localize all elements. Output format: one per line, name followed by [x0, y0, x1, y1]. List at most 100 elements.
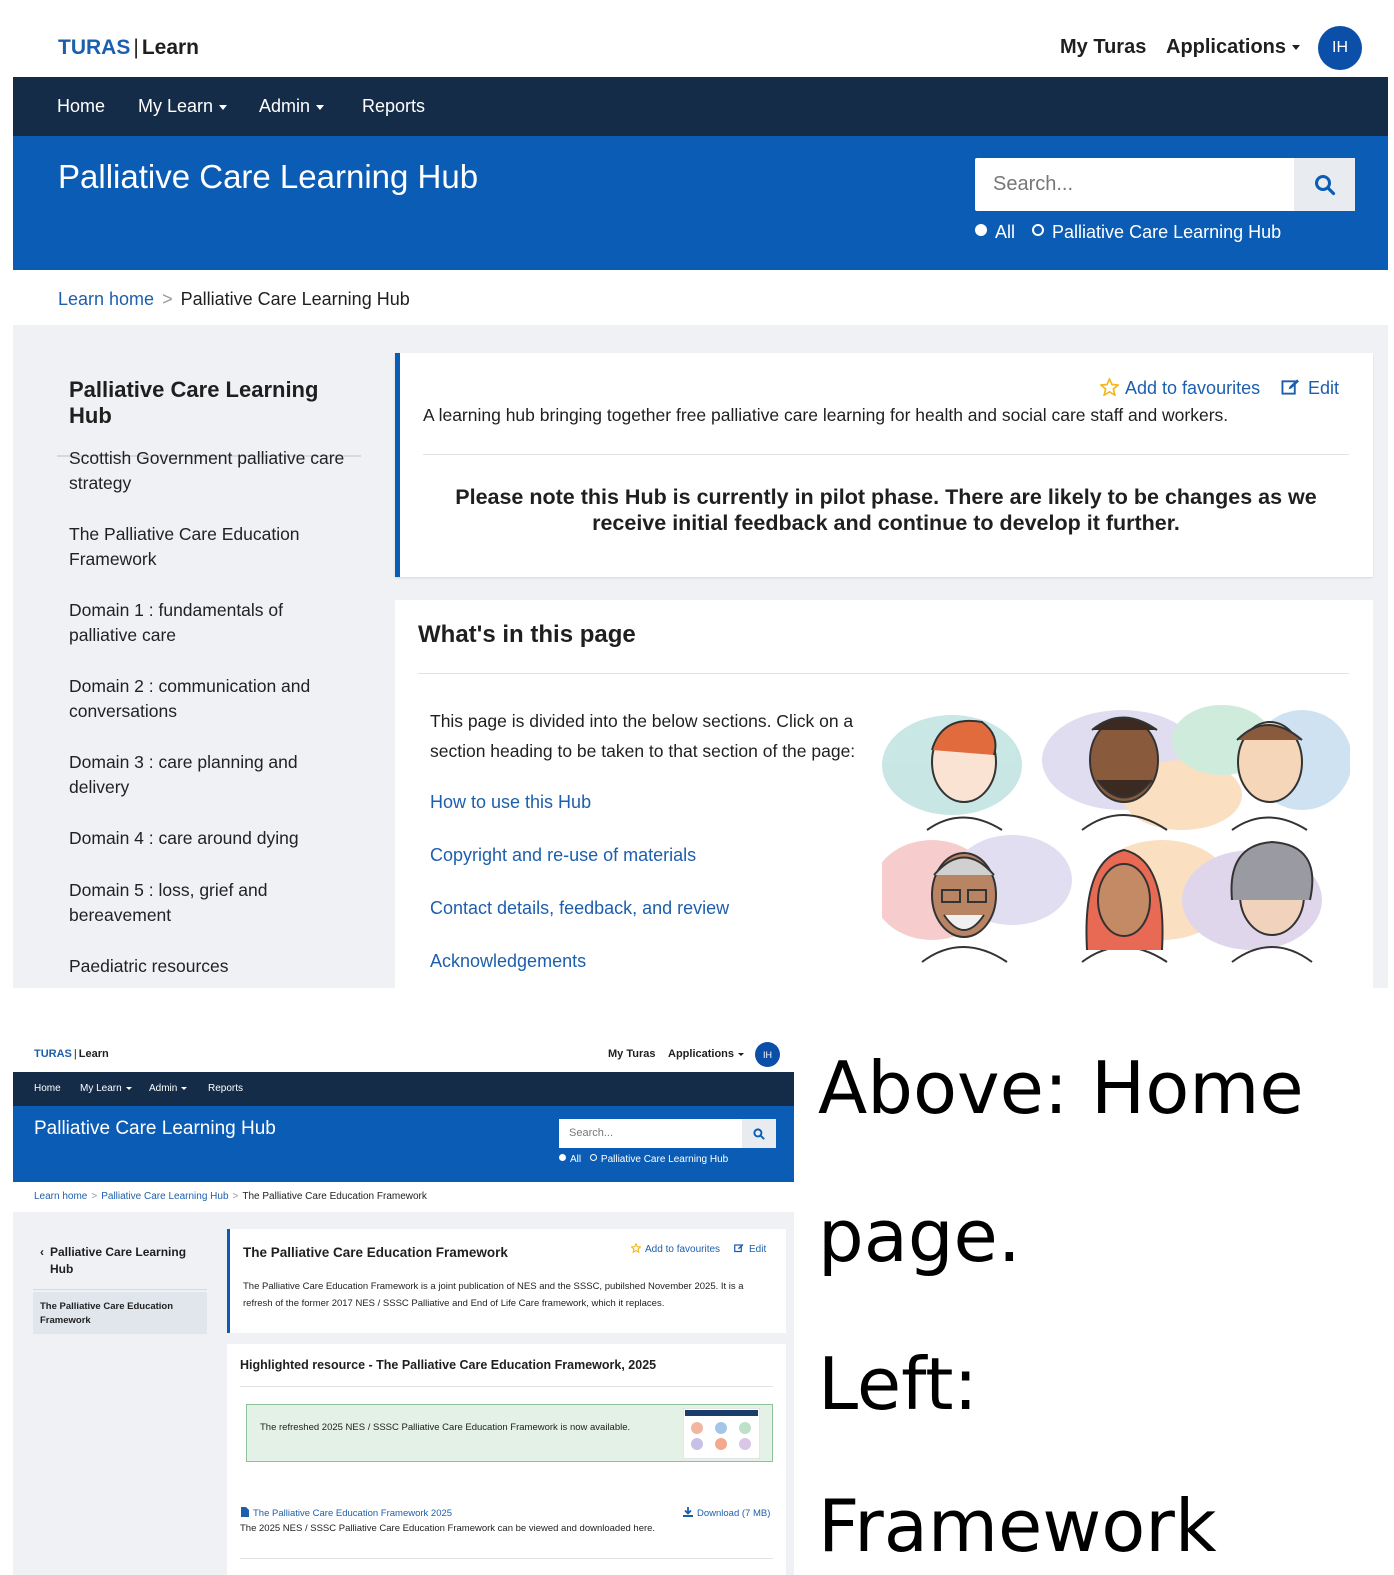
caption-line-3: Left:	[818, 1342, 978, 1426]
nav-home[interactable]: Home	[34, 1083, 61, 1094]
sidebar-item-framework[interactable]: The Palliative Care Education Framework	[33, 1292, 207, 1334]
add-to-favourites-label: Add to favourites	[645, 1244, 721, 1255]
radio-all-label: All	[570, 1154, 582, 1165]
logo-turas-text: TURAS	[34, 1048, 72, 1060]
user-avatar[interactable]: IH	[1318, 26, 1362, 70]
applications-label: Applications	[1166, 36, 1287, 58]
sidebar-back-link[interactable]: ‹ Palliative Care Learning Hub	[40, 1244, 200, 1278]
hub-title: Palliative Care Learning Hub	[58, 158, 479, 195]
radio-all[interactable]: All	[975, 222, 1015, 242]
download-label: Download (7 MB)	[697, 1508, 771, 1519]
star-icon	[630, 1242, 642, 1254]
sidebar-item-domain-5[interactable]: Domain 5 : loss, grief and bereavement	[69, 878, 289, 928]
my-turas-link[interactable]: My Turas	[608, 1048, 655, 1060]
chevron-left-icon: ‹	[40, 1245, 44, 1259]
framework-title: The Palliative Care Education Framework	[243, 1245, 508, 1260]
sidebar-item-domain-2[interactable]: Domain 2 : communication and conversatio…	[69, 674, 329, 724]
caption-line-4: Framework	[818, 1484, 1217, 1568]
sidebar-item-label: The Palliative Care Education Framework	[40, 1301, 174, 1326]
sidebar-item-framework[interactable]: The Palliative Care Education Framework	[69, 522, 359, 572]
brand-bar: TURAS | Learn My Turas Applications IH	[0, 0, 1394, 77]
search-input[interactable]: Search...	[569, 1127, 613, 1139]
download-link[interactable]: Download (7 MB)	[683, 1507, 770, 1519]
logo-turas-text: TURAS	[58, 36, 131, 59]
my-turas-link[interactable]: My Turas	[1060, 36, 1146, 59]
logo-learn-text: Learn	[78, 1048, 109, 1060]
nav-reports[interactable]: Reports	[362, 96, 425, 117]
add-to-favourites-label: Add to favourites	[1125, 378, 1261, 398]
radio-unselected-icon	[1032, 224, 1045, 236]
nav-my-learn[interactable]: My Learn	[138, 96, 228, 117]
breadcrumb-learn-home[interactable]: Learn home	[58, 289, 154, 309]
breadcrumb: Learn home > Palliative Care Learning Hub >…	[34, 1191, 427, 1202]
main-nav: Home My Learn Admin Reports	[13, 1072, 794, 1106]
framework-resource-label: The Palliative Care Education Framework …	[253, 1508, 453, 1519]
pilot-phase-note: Please note this Hub is currently in pil…	[455, 485, 1317, 535]
caret-down-icon	[738, 1052, 745, 1056]
breadcrumb-learn-home[interactable]: Learn home	[34, 1191, 87, 1202]
sidebar-back-label: Palliative Care Learning Hub	[50, 1245, 187, 1276]
nav-my-learn[interactable]: My Learn	[80, 1083, 132, 1094]
availability-alert-text: The refreshed 2025 NES / SSSC Palliative…	[260, 1422, 631, 1433]
search-box[interactable]: Search...	[975, 158, 1355, 211]
nav-admin-label: Admin	[259, 96, 311, 116]
divider	[240, 1386, 773, 1387]
add-to-favourites-link[interactable]: Add to favourites	[1098, 376, 1261, 399]
search-box[interactable]: Search...	[559, 1119, 776, 1148]
sidebar-item-domain-3[interactable]: Domain 3 : care planning and delivery	[69, 750, 319, 800]
nav-admin[interactable]: Admin	[149, 1083, 188, 1094]
nav-admin[interactable]: Admin	[259, 96, 325, 117]
applications-menu[interactable]: Applications	[1166, 36, 1301, 59]
radio-selected-icon	[559, 1154, 566, 1161]
divider	[33, 1289, 207, 1290]
hub-hero: Palliative Care Learning Hub Search... A…	[13, 1106, 794, 1182]
sidebar-item-paediatric[interactable]: Paediatric resources	[69, 954, 359, 979]
radio-hub[interactable]: Palliative Care Learning Hub	[589, 1154, 729, 1165]
hub-hero: Palliative Care Learning Hub Search... A…	[13, 136, 1388, 270]
framework-description: The Palliative Care Education Framework …	[243, 1281, 744, 1309]
nav-reports[interactable]: Reports	[208, 1083, 243, 1094]
search-button[interactable]	[1294, 158, 1355, 211]
page-contents-title: What's in this page	[418, 621, 636, 648]
edit-icon	[1281, 379, 1300, 395]
radio-all[interactable]: All	[559, 1154, 581, 1165]
search-icon	[753, 1127, 765, 1140]
download-icon	[683, 1507, 693, 1517]
search-input[interactable]: Search...	[993, 173, 1073, 196]
framework-resource-description: The 2025 NES / SSSC Palliative Care Educ…	[240, 1523, 656, 1534]
link-how-to-use[interactable]: How to use this Hub	[430, 792, 591, 813]
search-button[interactable]	[742, 1119, 776, 1148]
link-contact-details[interactable]: Contact details, feedback, and review	[430, 898, 729, 919]
link-copyright[interactable]: Copyright and re-use of materials	[430, 845, 696, 866]
caption-line-1: Above: Home	[818, 1046, 1304, 1130]
people-illustration	[882, 705, 1350, 963]
sidebar-title: Palliative Care Learning Hub	[57, 377, 361, 457]
breadcrumb: Learn home > Palliative Care Learning Hub	[58, 289, 410, 309]
sidebar-item-domain-4[interactable]: Domain 4 : care around dying	[69, 826, 359, 851]
breadcrumb-hub[interactable]: Palliative Care Learning Hub	[101, 1191, 228, 1202]
edit-link[interactable]: Edit	[1281, 378, 1339, 399]
user-avatar[interactable]: IH	[755, 1042, 780, 1067]
nav-my-learn-label: My Learn	[138, 96, 214, 116]
home-page-screenshot: TURAS | Learn My Turas Applications IH Hom…	[0, 0, 1394, 990]
radio-hub[interactable]: Palliative Care Learning Hub	[1032, 222, 1281, 242]
nav-my-learn-label: My Learn	[80, 1083, 122, 1094]
radio-hub-label: Palliative Care Learning Hub	[600, 1154, 729, 1165]
turas-learn-logo[interactable]: TURAS | Learn	[34, 1048, 109, 1060]
sidebar-item-strategy[interactable]: Scottish Government palliative care stra…	[69, 446, 359, 496]
breadcrumb-current: The Palliative Care Education Framework	[242, 1191, 427, 1202]
breadcrumb-current: Palliative Care Learning Hub	[180, 289, 410, 309]
turas-learn-logo[interactable]: TURAS | Learn	[58, 36, 199, 60]
sidebar-item-domain-1[interactable]: Domain 1 : fundamentals of palliative ca…	[69, 598, 309, 648]
framework-resource-link[interactable]: The Palliative Care Education Framework …	[241, 1507, 452, 1519]
edit-link[interactable]: Edit	[734, 1243, 766, 1255]
link-acknowledgements[interactable]: Acknowledgements	[430, 951, 586, 972]
framework-cover-thumbnail[interactable]	[683, 1408, 760, 1459]
caret-down-icon	[181, 1086, 188, 1090]
applications-menu[interactable]: Applications	[668, 1048, 745, 1060]
add-to-favourites-link[interactable]: Add to favourites	[630, 1242, 721, 1255]
logo-learn-text: Learn	[141, 36, 199, 59]
nav-home[interactable]: Home	[57, 96, 105, 117]
caret-down-icon	[316, 104, 325, 110]
edit-label: Edit	[1308, 378, 1340, 398]
